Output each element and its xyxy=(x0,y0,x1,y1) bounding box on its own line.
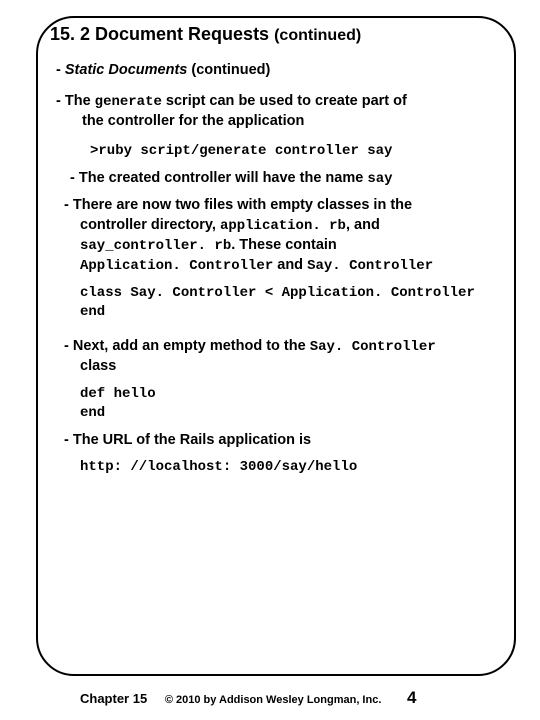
title-text: 15. 2 Document Requests xyxy=(50,24,269,44)
txt: and xyxy=(273,257,307,273)
code-url: http: //localhost: 3000/say/hello xyxy=(80,458,510,477)
code-app-controller: Application. Controller xyxy=(80,258,273,274)
title-continued: (continued) xyxy=(274,27,361,44)
txt: - The created controller will have the n… xyxy=(70,170,367,186)
txt: controller directory, xyxy=(80,217,220,233)
txt: class xyxy=(80,357,504,377)
code-say: say xyxy=(367,171,392,187)
code-say-controller2: Say. Controller xyxy=(310,339,436,355)
slide-content: 15. 2 Document Requests (continued) - St… xyxy=(50,22,510,485)
footer-copyright: © 2010 by Addison Wesley Longman, Inc. xyxy=(165,694,382,706)
code-application-rb: application. rb xyxy=(220,218,346,234)
subbullet-two-files: - There are now two files with empty cla… xyxy=(64,196,510,275)
footer: Chapter 15 © 2010 by Addison Wesley Long… xyxy=(80,688,480,708)
bullet-generate: - The generate script can be used to cre… xyxy=(56,92,510,131)
subbullet-add-method: - Next, add an empty method to the Say. … xyxy=(64,337,510,376)
subheading: - Static Documents (continued) xyxy=(56,61,510,81)
subbullet-controller-name: - The created controller will have the n… xyxy=(70,169,510,189)
code-generate: generate xyxy=(95,94,162,110)
txt: script can be used to create part of xyxy=(162,93,407,109)
txt: - Next, add an empty method to the xyxy=(64,338,310,354)
txt: - The xyxy=(56,93,95,109)
subheading-emph: Static Documents xyxy=(65,62,187,78)
code-say-controller-rb: say_controller. rb xyxy=(80,238,231,254)
subheading-cont: (continued) xyxy=(191,62,270,78)
code-class-def: class Say. Controller < Application. Con… xyxy=(80,284,510,322)
txt: - There are now two files with empty cla… xyxy=(64,197,412,213)
subbullet-url: - The URL of the Rails application is xyxy=(64,431,510,451)
footer-chapter: Chapter 15 xyxy=(80,691,147,706)
code-def-hello: def hello end xyxy=(80,385,510,423)
code-ruby-generate: >ruby script/generate controller say xyxy=(90,142,510,161)
txt: . These contain xyxy=(231,237,337,253)
txt: the controller for the application xyxy=(82,112,504,132)
txt: , and xyxy=(346,217,380,233)
footer-page-number: 4 xyxy=(407,688,416,707)
code-say-controller: Say. Controller xyxy=(307,258,433,274)
dash: - xyxy=(56,62,61,78)
slide-title: 15. 2 Document Requests (continued) xyxy=(50,22,510,47)
